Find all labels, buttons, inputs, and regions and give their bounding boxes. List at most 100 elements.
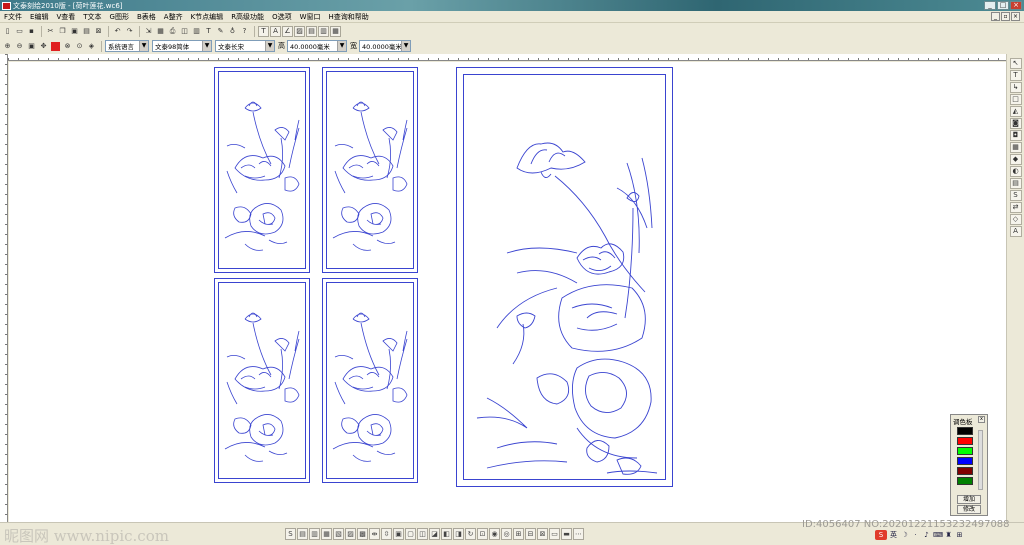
color-swatch-blue[interactable]: [957, 457, 973, 465]
color-swatch-red[interactable]: [957, 437, 973, 445]
align-center-icon[interactable]: ▥: [309, 528, 320, 540]
menu-window[interactable]: W窗口: [296, 12, 325, 22]
rotate-icon[interactable]: ↻: [465, 528, 476, 540]
node-tool-icon[interactable]: ↳: [1009, 82, 1022, 93]
zoom-fit-icon[interactable]: ⊙: [74, 41, 85, 52]
grid-icon[interactable]: ⊞: [955, 531, 964, 540]
more-icon[interactable]: ⋯: [573, 528, 584, 540]
font-tool-icon[interactable]: A: [1009, 226, 1022, 237]
menu-text[interactable]: T文本: [79, 12, 105, 22]
drawing-canvas[interactable]: [9, 62, 1006, 522]
color-swatch-dark-green[interactable]: [957, 477, 973, 485]
table-tool-icon[interactable]: ▦: [1009, 142, 1022, 153]
horizontal-ruler[interactable]: [8, 54, 1006, 61]
menu-help[interactable]: H查询和帮助: [325, 12, 373, 22]
text-tool-icon[interactable]: T: [258, 25, 269, 37]
text-tool-icon[interactable]: T: [1009, 70, 1022, 81]
zoom-out-icon[interactable]: ⊖: [14, 41, 25, 52]
mirror-v-icon[interactable]: ◨: [453, 528, 464, 540]
sogou-logo-icon[interactable]: S: [875, 530, 887, 540]
palette-close-button[interactable]: x: [978, 416, 985, 423]
print-icon[interactable]: ⎙: [167, 26, 178, 37]
help-icon[interactable]: ?: [239, 26, 250, 37]
lotus-panel-small[interactable]: [214, 67, 310, 273]
menu-node-edit[interactable]: K节点编辑: [187, 12, 228, 22]
undo-icon[interactable]: ↶: [112, 26, 123, 37]
keyboard-icon[interactable]: ⌨: [933, 531, 943, 540]
vertical-ruler[interactable]: [0, 54, 8, 522]
open-file-icon[interactable]: ▭: [14, 26, 25, 37]
lotus-panel-small[interactable]: [322, 67, 418, 273]
lotus-panel-small[interactable]: [322, 278, 418, 483]
redo-icon[interactable]: ↷: [124, 26, 135, 37]
doc-minimize-button[interactable]: _: [991, 12, 1000, 21]
minimize-button[interactable]: _: [984, 1, 996, 10]
color-tool-icon[interactable]: ◆: [1009, 154, 1022, 165]
bulb-icon[interactable]: ♁: [227, 26, 238, 37]
close-button[interactable]: ×: [1010, 1, 1022, 10]
menu-align[interactable]: A整齐: [160, 12, 187, 22]
delete-icon[interactable]: ⊠: [93, 26, 104, 37]
punctuation-icon[interactable]: ·: [911, 531, 920, 540]
menu-graphics[interactable]: G图形: [106, 12, 133, 22]
arrange-tool-icon[interactable]: ⇄: [1009, 202, 1022, 213]
cn-font-select[interactable]: 文泰98简体 ▼: [152, 40, 212, 52]
lotus-panel-small[interactable]: [214, 278, 310, 483]
layer-tool-icon[interactable]: ◘: [1009, 130, 1022, 141]
zoom-page-icon[interactable]: ▣: [26, 41, 37, 52]
zoom-in-icon[interactable]: ⊕: [2, 41, 13, 52]
intersect-icon[interactable]: ⊠: [537, 528, 548, 540]
align-bottom-icon[interactable]: ▩: [357, 528, 368, 540]
group-icon[interactable]: ▣: [393, 528, 404, 540]
menu-view[interactable]: V查看: [52, 12, 79, 22]
color-swatch-black[interactable]: [957, 427, 973, 435]
back-icon[interactable]: ◎: [501, 528, 512, 540]
refresh-icon[interactable]: ◈: [86, 41, 97, 52]
menu-options[interactable]: O选项: [268, 12, 296, 22]
clipboard-icon[interactable]: ▤: [81, 26, 92, 37]
align-top-icon[interactable]: ▧: [333, 528, 344, 540]
chart-icon[interactable]: ▨: [294, 25, 305, 37]
pan-icon[interactable]: ✥: [38, 41, 49, 52]
color-swatch-maroon[interactable]: [957, 467, 973, 475]
moon-icon[interactable]: ☽: [900, 531, 909, 540]
text-box-icon[interactable]: T: [203, 26, 214, 37]
front-icon[interactable]: ◉: [489, 528, 500, 540]
palette-edit-button[interactable]: 修改: [957, 505, 981, 514]
menu-advanced[interactable]: R高级功能: [227, 12, 268, 22]
color-swatch-green[interactable]: [957, 447, 973, 455]
palette-add-button[interactable]: 增加: [957, 495, 981, 504]
align-middle-icon[interactable]: ▨: [345, 528, 356, 540]
menu-file[interactable]: F文件: [0, 12, 26, 22]
preview-icon[interactable]: ▦: [155, 26, 166, 37]
s-tool-icon[interactable]: S: [1009, 190, 1022, 201]
doc-restore-button[interactable]: ▫: [1001, 12, 1010, 21]
outline-tool-icon[interactable]: ◙: [1009, 118, 1022, 129]
menu-table[interactable]: B表格: [133, 12, 160, 22]
language-select[interactable]: 系统语言 ▼: [105, 40, 149, 52]
effect-tool-icon[interactable]: ◐: [1009, 166, 1022, 177]
trim-icon[interactable]: ⊟: [525, 528, 536, 540]
grid-a-icon[interactable]: ▤: [306, 25, 317, 37]
shirt-icon[interactable]: ♜: [944, 531, 953, 540]
lotus-panel-large[interactable]: [456, 67, 673, 487]
angle-icon[interactable]: ∠: [282, 25, 293, 37]
s-bottom-icon[interactable]: S: [285, 528, 296, 540]
transform-tool-icon[interactable]: ◇: [1009, 214, 1022, 225]
import-icon[interactable]: ⇲: [143, 26, 154, 37]
pen-icon[interactable]: ✎: [215, 26, 226, 37]
width-field[interactable]: 40.0000毫米 ▼: [359, 40, 411, 52]
paste-icon[interactable]: ▣: [69, 26, 80, 37]
new-file-icon[interactable]: ▯: [2, 26, 13, 37]
cut-icon[interactable]: ✂: [45, 26, 56, 37]
ungroup-icon[interactable]: ▢: [405, 528, 416, 540]
fill-tool-icon[interactable]: ◭: [1009, 106, 1022, 117]
menu-edit[interactable]: E编辑: [26, 12, 52, 22]
doc-close-button[interactable]: ×: [1011, 12, 1020, 21]
cut-output-icon[interactable]: ◫: [179, 26, 190, 37]
zoom-select-icon[interactable]: ⊗: [62, 41, 73, 52]
select-arrow-icon[interactable]: ↖: [1009, 58, 1022, 69]
shape-a-icon[interactable]: A: [270, 25, 281, 37]
grid-c-icon[interactable]: ▦: [330, 25, 341, 37]
copy-icon[interactable]: ❐: [57, 26, 68, 37]
